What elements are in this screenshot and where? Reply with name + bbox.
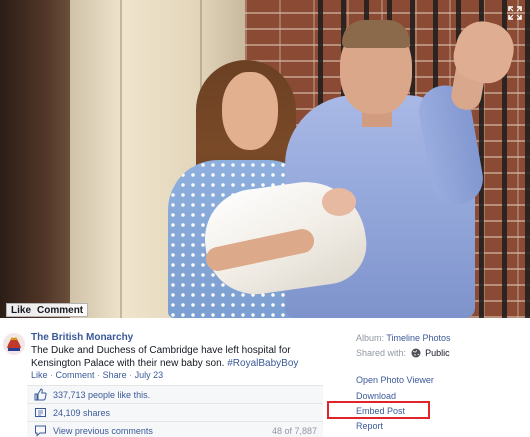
album-link[interactable]: Timeline Photos (386, 333, 450, 343)
shared-with-label: Shared with: (356, 348, 407, 358)
thumbs-up-icon (34, 388, 47, 401)
photo-comment-button[interactable]: Comment (37, 305, 83, 316)
share-icon (35, 408, 46, 417)
photo-pillar-line (120, 0, 122, 318)
view-previous-comments-link[interactable]: View previous comments (53, 426, 153, 436)
meta-separator: · (97, 370, 101, 380)
album-line: Album: Timeline Photos (356, 333, 451, 343)
expand-icon[interactable] (508, 6, 522, 20)
photo-man-hair (342, 20, 410, 48)
privacy-value[interactable]: Public (425, 348, 450, 358)
meta-like-link[interactable]: Like (31, 370, 48, 380)
likes-row[interactable]: 337,713 people like this. (27, 385, 323, 403)
meta-comment-link[interactable]: Comment (56, 370, 95, 380)
download-link[interactable]: Download (356, 391, 396, 401)
report-link[interactable]: Report (356, 421, 383, 431)
hashtag-link[interactable]: #RoyalBabyBoy (227, 358, 298, 369)
meta-separator: · (50, 370, 54, 380)
embed-post-highlight-box (327, 401, 430, 419)
post-meta: Like · Comment · Share · July 23 (31, 370, 163, 380)
likes-count[interactable]: 337,713 people like this. (53, 390, 150, 400)
globe-icon (411, 348, 421, 358)
crest-icon[interactable] (2, 332, 26, 356)
comments-row[interactable]: View previous comments 48 of 7,887 (27, 421, 323, 437)
page-name-link[interactable]: The British Monarchy (31, 332, 133, 343)
photo-like-button[interactable]: Like (11, 305, 31, 316)
privacy-line: Shared with: Public (356, 348, 450, 358)
open-photo-viewer-link[interactable]: Open Photo Viewer (356, 375, 434, 385)
comment-icon (35, 425, 46, 437)
photo-woman-face (222, 72, 278, 150)
meta-share-link[interactable]: Share (103, 370, 127, 380)
post-caption: The Duke and Duchess of Cambridge have l… (31, 344, 331, 370)
shares-count[interactable]: 24,109 shares (53, 408, 110, 418)
post-date-link[interactable]: July 23 (135, 370, 164, 380)
photo-action-bar: Like Comment (6, 303, 89, 317)
shares-row[interactable]: 24,109 shares (27, 403, 323, 421)
meta-separator: · (129, 370, 133, 380)
album-label: Album: (356, 333, 385, 343)
comments-count: 48 of 7,887 (271, 425, 317, 436)
photo-door (0, 0, 70, 318)
post-photo[interactable]: Like Comment (0, 0, 530, 318)
photo-baby-face (322, 188, 356, 216)
